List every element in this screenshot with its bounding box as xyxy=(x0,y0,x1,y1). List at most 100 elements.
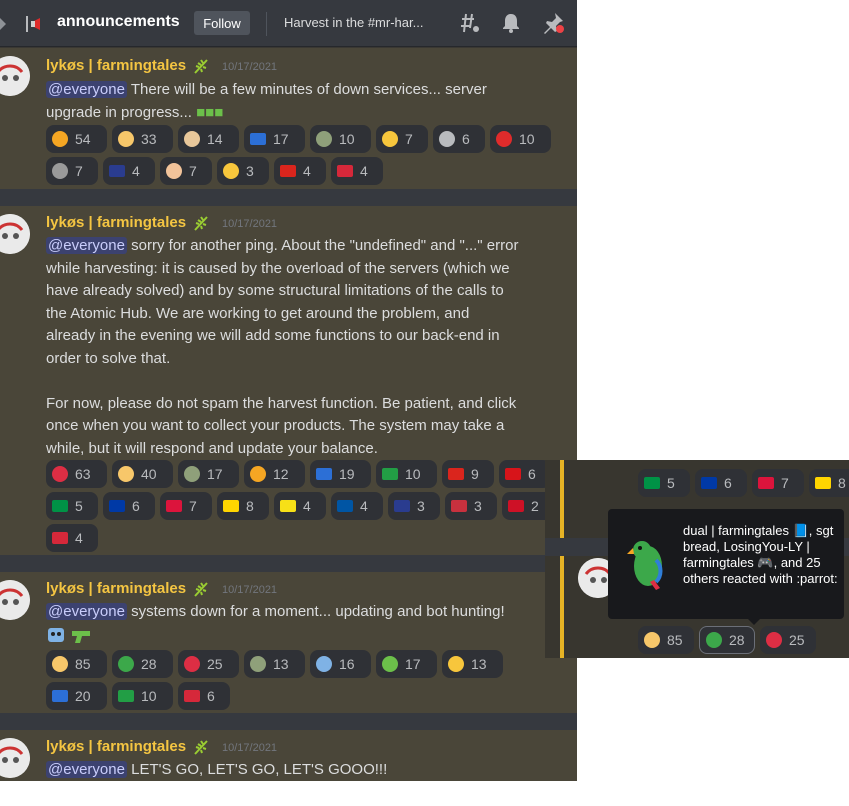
reaction-italy[interactable]: 5 xyxy=(638,469,690,497)
reaction-red-heart[interactable]: 25 xyxy=(760,626,816,654)
reaction-count: 6 xyxy=(528,466,536,482)
money-bag-emoji-icon xyxy=(316,131,332,147)
reaction-hundred[interactable]: 10 xyxy=(490,125,551,153)
timestamp: 10/17/2021 xyxy=(222,742,278,754)
reaction-red-heart[interactable]: 63 xyxy=(46,460,107,488)
reaction-ukraine[interactable]: 8 xyxy=(809,469,849,497)
reaction-russia[interactable]: 6 xyxy=(103,492,155,520)
avatar[interactable] xyxy=(0,738,30,778)
poland-flag-icon xyxy=(166,500,182,512)
reaction-russia[interactable]: 6 xyxy=(695,469,747,497)
author-name[interactable]: lykøs | farmingtales xyxy=(46,580,186,597)
reaction-thailand[interactable]: 4 xyxy=(331,157,383,185)
wheat-badge-icon xyxy=(194,59,208,74)
message-text: upgrade in progress... xyxy=(46,104,192,121)
avatar[interactable] xyxy=(0,56,30,96)
message-text: sorry for another ping. About the "undef… xyxy=(131,237,519,254)
reaction-poland[interactable]: 7 xyxy=(160,492,212,520)
channel-name: announcements xyxy=(57,13,180,30)
reaction-partying-face[interactable]: 13 xyxy=(442,650,503,678)
reaction-parrot[interactable]: 28 xyxy=(699,626,755,654)
everyone-mention[interactable]: @everyone xyxy=(46,603,127,620)
everyone-mention[interactable]: @everyone xyxy=(46,237,127,254)
reaction-belarus[interactable]: 3 xyxy=(445,492,497,520)
reaction-alien[interactable]: 6 xyxy=(433,125,485,153)
reaction-count: 13 xyxy=(471,656,487,672)
reaction-robot[interactable]: 16 xyxy=(310,650,371,678)
reaction-thumbs-up[interactable]: 85 xyxy=(638,626,694,654)
reaction-parrot[interactable]: 28 xyxy=(112,650,173,678)
reaction-thumbs-up[interactable]: 33 xyxy=(112,125,173,153)
avatar[interactable] xyxy=(0,580,30,620)
reaction-thumbs-up[interactable]: 85 xyxy=(46,650,107,678)
reaction-count: 6 xyxy=(724,475,732,491)
reaction-vietnam[interactable]: 9 xyxy=(442,460,494,488)
reaction-brazil[interactable]: 10 xyxy=(112,682,173,710)
reaction-australia[interactable]: 3 xyxy=(388,492,440,520)
notification-bell-icon[interactable] xyxy=(499,11,523,35)
reaction-fork-knife[interactable]: 7 xyxy=(46,157,98,185)
reaction-water-pistol[interactable]: 17 xyxy=(376,650,437,678)
flexed-biceps-emoji-icon xyxy=(166,163,182,179)
reaction-bread[interactable]: 14 xyxy=(178,125,239,153)
everyone-mention[interactable]: @everyone xyxy=(46,761,127,778)
reaction-count: 19 xyxy=(339,466,355,482)
reaction-count: 4 xyxy=(132,163,140,179)
robot-emoji-icon xyxy=(316,656,332,672)
reaction-philippines[interactable]: 19 xyxy=(310,460,371,488)
wheat-badge-icon xyxy=(194,740,208,755)
reaction-thailand[interactable]: 6 xyxy=(178,682,230,710)
channel-topic[interactable]: Harvest in the #mr-har... xyxy=(284,15,423,30)
reaction-sunglasses[interactable]: 7 xyxy=(376,125,428,153)
reaction-thailand[interactable]: 4 xyxy=(46,524,98,552)
wheat-badge-icon xyxy=(194,582,208,597)
reaction-ukraine[interactable]: 8 xyxy=(217,492,269,520)
tooltip-arrow xyxy=(748,619,760,625)
partying-face-emoji-icon xyxy=(448,656,464,672)
message-text: systems down for a moment... updating an… xyxy=(131,603,505,620)
reaction-flexed-biceps[interactable]: 7 xyxy=(160,157,212,185)
everyone-mention[interactable]: @everyone xyxy=(46,81,127,98)
author-name[interactable]: lykøs | farmingtales xyxy=(46,57,186,74)
parrot-emoji-icon xyxy=(706,632,722,648)
reaction-italy[interactable]: 5 xyxy=(46,492,98,520)
reaction-sun[interactable]: 54 xyxy=(46,125,107,153)
reaction-money-bag[interactable]: 13 xyxy=(244,650,305,678)
reaction-brunei[interactable]: 4 xyxy=(274,492,326,520)
reaction-money-bag[interactable]: 10 xyxy=(310,125,371,153)
parrot-emoji-icon xyxy=(627,541,663,590)
reaction-philippines[interactable]: 20 xyxy=(46,682,107,710)
highlight-bar xyxy=(560,460,564,538)
reaction-red-heart[interactable]: 25 xyxy=(178,650,239,678)
reaction-money-bag[interactable]: 17 xyxy=(178,460,239,488)
reaction-hot-face[interactable]: 3 xyxy=(217,157,269,185)
poland-flag-icon xyxy=(758,477,774,489)
pinned-messages-icon[interactable] xyxy=(541,11,565,35)
message-divider xyxy=(0,713,577,730)
reaction-poland[interactable]: 7 xyxy=(752,469,804,497)
reaction-count: 4 xyxy=(360,498,368,514)
author-name[interactable]: lykøs | farmingtales xyxy=(46,214,186,231)
highlight-bar xyxy=(560,556,564,658)
reaction-czech[interactable]: 6 xyxy=(499,460,551,488)
reaction-thumbs-up[interactable]: 40 xyxy=(112,460,173,488)
philippines-flag-icon xyxy=(250,133,266,145)
reaction-vietnam[interactable]: 4 xyxy=(274,157,326,185)
reaction-france[interactable]: 4 xyxy=(331,492,383,520)
reaction-brazil[interactable]: 10 xyxy=(376,460,437,488)
follow-button[interactable]: Follow xyxy=(194,11,250,35)
message: lykøs | farmingtales 10/17/2021 @everyon… xyxy=(0,730,577,781)
avatar[interactable] xyxy=(0,214,30,254)
threads-icon[interactable] xyxy=(457,11,481,35)
reaction-australia[interactable]: 4 xyxy=(103,157,155,185)
message-line: have already solved) and by some structu… xyxy=(46,282,504,299)
author-name[interactable]: lykøs | farmingtales xyxy=(46,738,186,755)
money-bag-emoji-icon xyxy=(184,466,200,482)
france-flag-icon xyxy=(337,500,353,512)
message-text: LET'S GO, LET'S GO, LET'S GOOO!!! xyxy=(131,761,388,778)
reaction-count: 9 xyxy=(471,466,479,482)
reaction-philippines[interactable]: 17 xyxy=(244,125,305,153)
reaction-sun[interactable]: 12 xyxy=(244,460,305,488)
timestamp: 10/17/2021 xyxy=(222,218,278,230)
reaction-count: 14 xyxy=(207,131,223,147)
